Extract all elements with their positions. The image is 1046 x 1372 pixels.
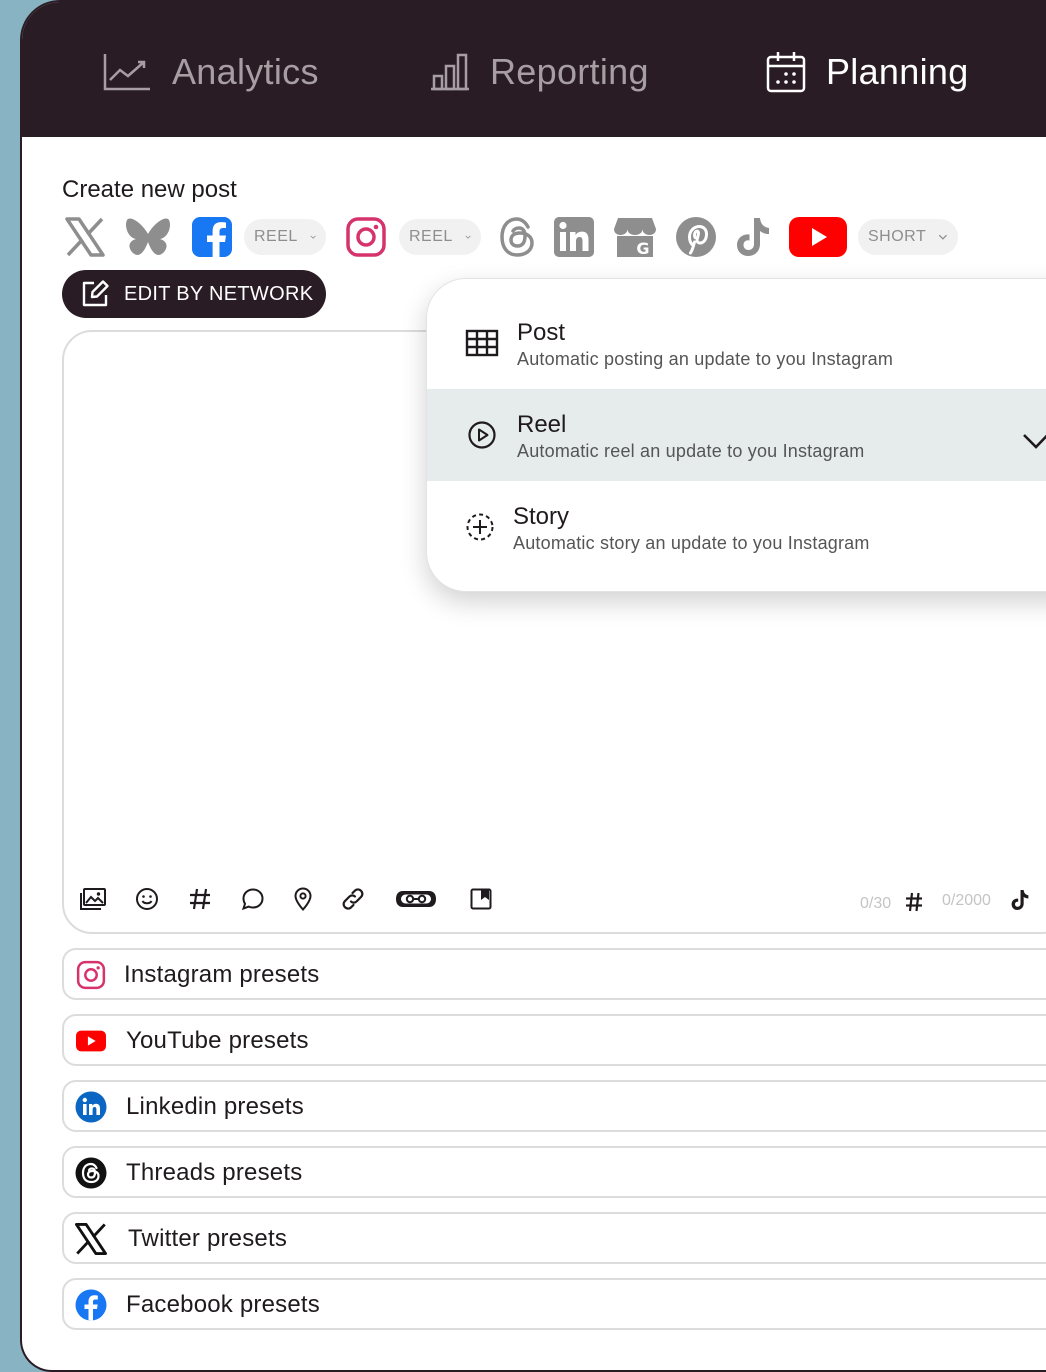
format-option-post[interactable]: Post Automatic posting an update to you … [427, 297, 1046, 389]
image-icon [80, 888, 106, 910]
location-icon [294, 887, 312, 911]
instagram-format-label: REEL [409, 228, 453, 245]
x-icon [65, 217, 105, 257]
instagram-format-select[interactable]: REEL [399, 219, 481, 255]
comment-icon [241, 888, 264, 911]
tiktok-icon [1011, 890, 1029, 910]
svg-text:G: G [636, 239, 649, 258]
format-option-story-description: Automatic story an update to you Instagr… [513, 533, 870, 553]
chevron-down-icon [939, 234, 948, 240]
tab-reporting-label: Reporting [490, 51, 649, 92]
hashtag-icon [906, 892, 922, 912]
format-option-reel-description: Automatic reel an update to you Instagra… [517, 441, 865, 461]
network-youtube[interactable] [788, 215, 848, 259]
youtube-format-select[interactable]: SHORT [858, 219, 958, 255]
create-post-title: Create new post [62, 176, 237, 203]
calendar-icon [766, 52, 806, 93]
hashtag-counter: 0/30 [860, 895, 892, 912]
first-comment-button[interactable] [236, 882, 270, 916]
tab-planning-label: Planning [826, 51, 969, 92]
x-icon [74, 1222, 108, 1256]
facebook-format-select[interactable]: REEL [244, 219, 326, 255]
grid-icon [465, 329, 499, 357]
threads-icon [500, 217, 534, 257]
edit-icon [82, 280, 109, 307]
preset-instagram-label: Instagram presets [124, 961, 320, 988]
google-business-icon: G [614, 218, 656, 258]
preset-facebook-label: Facebook presets [126, 1291, 320, 1318]
story-add-icon [466, 513, 494, 541]
chevron-down-icon [310, 235, 316, 239]
bookmark-button[interactable] [464, 882, 498, 916]
network-pinterest[interactable] [674, 215, 718, 259]
bar-chart-icon [431, 53, 469, 91]
edit-by-network-button[interactable]: EDIT BY NETWORK [62, 270, 326, 318]
preset-linkedin-label: Linkedin presets [126, 1093, 304, 1120]
hashtag-icon [190, 888, 210, 910]
preset-threads-label: Threads presets [126, 1159, 303, 1186]
bookmark-icon [470, 888, 492, 910]
threads-icon [74, 1156, 108, 1190]
link-button[interactable] [336, 882, 370, 916]
ai-assistant-icon [396, 891, 436, 907]
location-button[interactable] [286, 882, 320, 916]
network-facebook[interactable] [190, 215, 234, 259]
network-tiktok[interactable] [732, 215, 774, 259]
ai-assistant-button[interactable] [394, 882, 438, 916]
preset-youtube[interactable]: YouTube presets [62, 1014, 1046, 1066]
preset-instagram[interactable]: Instagram presets [62, 948, 1046, 1000]
chevron-down-icon [465, 235, 471, 239]
network-linkedin[interactable] [552, 215, 596, 259]
analytics-chart-icon [103, 54, 150, 91]
format-option-story[interactable]: Story Automatic story an update to you I… [427, 481, 1046, 573]
youtube-icon [74, 1024, 108, 1058]
youtube-format-label: SHORT [868, 228, 927, 245]
preset-youtube-label: YouTube presets [126, 1027, 309, 1054]
emoji-button[interactable] [130, 882, 164, 916]
facebook-format-label: REEL [254, 228, 298, 245]
preset-linkedin[interactable]: Linkedin presets [62, 1080, 1046, 1132]
tab-analytics-label: Analytics [172, 51, 319, 92]
checkmark-icon [1023, 434, 1046, 449]
instagram-icon [74, 958, 108, 992]
preset-facebook[interactable]: Facebook presets [62, 1278, 1046, 1330]
network-x[interactable] [62, 215, 108, 259]
network-threads[interactable] [498, 215, 538, 259]
hashtag-button[interactable] [183, 882, 217, 916]
play-circle-icon [468, 421, 496, 449]
bluesky-icon [126, 218, 170, 255]
format-option-post-title: Post [517, 319, 566, 346]
network-bluesky[interactable] [124, 215, 172, 259]
preset-twitter-label: Twitter presets [128, 1225, 288, 1252]
tiktok-icon [737, 218, 769, 256]
linkedin-icon [74, 1090, 108, 1124]
facebook-icon [74, 1288, 108, 1322]
tab-planning[interactable]: Planning [766, 44, 969, 100]
preset-threads[interactable]: Threads presets [62, 1146, 1046, 1198]
format-option-reel-title: Reel [517, 411, 567, 438]
composer-window: Analytics Reporting Planning Create new … [20, 0, 1046, 1372]
edit-by-network-label: EDIT BY NETWORK [124, 282, 314, 305]
format-option-reel[interactable]: Reel Automatic reel an update to you Ins… [427, 389, 1046, 481]
tab-analytics[interactable]: Analytics [102, 44, 319, 100]
top-nav: Analytics Reporting Planning [22, 2, 1046, 137]
facebook-icon [192, 217, 232, 257]
pinterest-icon [676, 217, 716, 257]
network-instagram[interactable] [344, 215, 388, 259]
format-option-post-description: Automatic posting an update to you Insta… [517, 349, 894, 369]
preset-twitter[interactable]: Twitter presets [62, 1212, 1046, 1264]
linkedin-icon [554, 217, 594, 257]
add-media-button[interactable] [76, 882, 110, 916]
character-counter: 0/2000 [942, 892, 991, 909]
post-format-menu: Post Automatic posting an update to you … [426, 278, 1046, 592]
tab-reporting[interactable]: Reporting [430, 44, 649, 100]
link-icon [342, 888, 364, 910]
emoji-icon [136, 888, 158, 910]
network-google-business[interactable]: G [612, 215, 658, 259]
format-option-story-title: Story [513, 503, 570, 530]
youtube-icon [789, 217, 847, 257]
instagram-icon [346, 217, 386, 257]
